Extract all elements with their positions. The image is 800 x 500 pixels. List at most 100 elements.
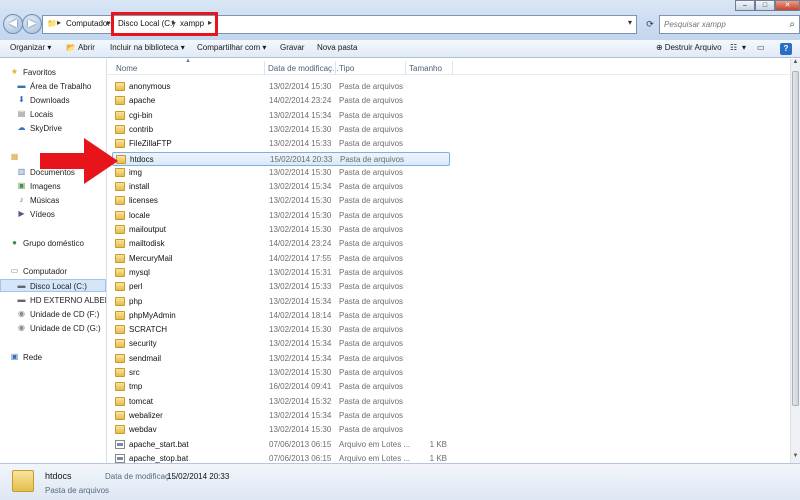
maximize-button[interactable]: □ (755, 0, 775, 11)
file-row[interactable]: perl 13/02/2014 15:33 Pasta de arquivos (112, 280, 450, 294)
column-divider[interactable] (335, 61, 336, 75)
search-icon[interactable]: ⌕ (789, 19, 795, 30)
file-row[interactable]: mailoutput 13/02/2014 15:30 Pasta de arqui… (112, 223, 450, 237)
file-row[interactable]: anonymous 13/02/2014 15:30 Pasta de arquiv… (112, 80, 450, 94)
column-divider[interactable] (452, 61, 453, 75)
file-type: Pasta de arquivos (339, 167, 404, 177)
details-name: htdocs (45, 471, 72, 481)
file-row[interactable]: security 13/02/2014 15:34 Pasta de arquivo… (112, 337, 450, 351)
column-divider[interactable] (264, 61, 265, 75)
open-button[interactable]: 📂 Abrir (66, 43, 95, 52)
file-row[interactable]: php 13/02/2014 15:34 Pasta de arquivos (112, 295, 450, 309)
file-type: Pasta de arquivos (339, 368, 404, 377)
file-row[interactable]: MercuryMail 14/02/2014 17:55 Pasta de arqu… (112, 252, 450, 266)
scroll-down-icon[interactable]: ▼ (791, 453, 800, 463)
file-date: 13/02/2014 15:31 (269, 267, 332, 277)
nav-favorites[interactable]: ★ Favoritos (0, 66, 106, 79)
file-name: locale (129, 210, 150, 220)
file-row[interactable]: apache 14/02/2014 23:24 Pasta de arquivos (112, 94, 450, 108)
destroy-label: Destruir Arquivo (664, 43, 722, 52)
nav-skydrive[interactable]: ☁ SkyDrive (0, 122, 106, 135)
close-button[interactable]: ✕ (775, 0, 800, 11)
file-name: mailoutput (129, 225, 166, 234)
nav-computer[interactable]: ▭ Computador (0, 265, 106, 278)
breadcrumb-computer[interactable]: Computador (66, 19, 110, 28)
help-icon[interactable]: ? (780, 43, 792, 55)
organize-button[interactable]: Organizar ▾ (10, 43, 51, 52)
minimize-button[interactable]: – (735, 0, 755, 11)
cloud-icon: ☁ (17, 123, 26, 132)
file-row[interactable]: src 13/02/2014 15:30 Pasta de arquivos (112, 366, 450, 380)
destroy-file-button[interactable]: ⊕ Destruir Arquivo (656, 43, 722, 52)
file-type: Pasta de arquivos (339, 353, 404, 363)
column-name[interactable]: Nome (116, 64, 137, 73)
nav-network[interactable]: ▣ Rede (0, 351, 106, 364)
scrollbar-thumb[interactable] (792, 71, 799, 406)
scroll-up-icon[interactable]: ▲ (791, 59, 800, 69)
view-options-dropdown[interactable]: ▾ (742, 43, 746, 52)
nav-music[interactable]: ♪ Músicas (0, 194, 106, 207)
file-row[interactable]: tmp 16/02/2014 09:41 Pasta de arquivos (112, 380, 450, 394)
file-row[interactable]: mailtodisk 14/02/2014 23:24 Pasta de arqui… (112, 237, 450, 251)
file-name: licenses (129, 196, 158, 206)
nav-desktop[interactable]: ▬ Área de Trabalho (0, 80, 106, 93)
refresh-icon[interactable]: ⟳ (643, 15, 657, 34)
view-options-icon[interactable]: ☷ (730, 43, 737, 52)
file-row[interactable]: SCRATCH 13/02/2014 15:30 Pasta de arquivos (112, 323, 450, 337)
nav-cd-g[interactable]: ◉ Unidade de CD (G:) (0, 322, 106, 335)
burn-button[interactable]: Gravar (280, 43, 304, 52)
column-type[interactable]: Tipo (339, 64, 354, 73)
file-type: Pasta de arquivos (339, 425, 404, 435)
file-row[interactable]: tomcat 13/02/2014 15:32 Pasta de arquivos (112, 395, 450, 409)
nav-downloads[interactable]: ⬇ Downloads (0, 94, 106, 107)
folder-icon (115, 196, 125, 206)
details-type: Pasta de arquivos (45, 486, 110, 495)
nav-videos[interactable]: ▶ Vídeos (0, 208, 106, 221)
back-button[interactable]: ◀ (3, 14, 23, 34)
file-row[interactable]: mysql 13/02/2014 15:31 Pasta de arquivos (112, 266, 450, 280)
nav-disk-c-label: Disco Local (C:) (30, 282, 87, 291)
nav-homegroup[interactable]: ● Grupo doméstico (0, 237, 106, 250)
file-row[interactable]: sendmail 13/02/2014 15:34 Pasta de arquivo… (112, 352, 450, 366)
libraries-icon: ▦ (10, 152, 19, 161)
nav-favorites-label: Favoritos (23, 68, 56, 77)
include-library-button[interactable]: Incluir na biblioteca ▾ (110, 43, 185, 52)
red-arrow-annotation (40, 138, 118, 184)
file-row[interactable]: FileZillaFTP 13/02/2014 15:33 Pasta de arq… (112, 137, 450, 151)
file-row[interactable]: phpMyAdmin 14/02/2014 18:14 Pasta de arqui… (112, 309, 450, 323)
file-row[interactable]: locale 13/02/2014 15:30 Pasta de arquivos (112, 209, 450, 223)
nav-cd-f[interactable]: ◉ Unidade de CD (F:) (0, 308, 106, 321)
file-row[interactable]: cgi-bin 13/02/2014 15:34 Pasta de arquivos (112, 109, 450, 123)
file-type: Pasta de arquivos (339, 124, 404, 134)
file-row[interactable]: webdav 13/02/2014 15:30 Pasta de arquivos (112, 423, 450, 437)
column-divider[interactable] (405, 61, 406, 75)
search-field[interactable]: ⌕ (659, 15, 800, 34)
file-row[interactable]: htdocs 15/02/2014 20:33 Pasta de arquivos (112, 151, 450, 166)
desktop-icon: ▬ (17, 81, 26, 90)
folder-icon (115, 339, 125, 349)
vertical-scrollbar[interactable]: ▲ ▼ (790, 59, 800, 463)
breadcrumb-chevron-icon[interactable]: ▸ (57, 18, 61, 27)
search-input[interactable] (664, 20, 784, 29)
folder-icon (115, 82, 125, 91)
new-folder-button[interactable]: Nova pasta (317, 43, 357, 52)
folder-icon (115, 124, 125, 134)
column-date[interactable]: Data de modificaç... (268, 64, 339, 73)
cd-drive-icon: ◉ (18, 323, 25, 332)
file-row[interactable]: webalizer 13/02/2014 15:34 Pasta de arquiv… (112, 409, 450, 423)
file-list: ▲ Nome Data de modificaç... Tipo Tamanho… (107, 58, 790, 463)
address-dropdown-icon[interactable]: ▾ (628, 18, 632, 27)
column-size[interactable]: Tamanho (409, 64, 442, 73)
file-row[interactable]: apache_start.bat 07/06/2013 06:15 Arquivo … (112, 438, 450, 452)
preview-pane-icon[interactable]: ▭ (757, 43, 765, 52)
file-row[interactable]: licenses 13/02/2014 15:30 Pasta de arquivo… (112, 194, 450, 208)
file-row[interactable]: install 13/02/2014 15:34 Pasta de arquivos (112, 180, 450, 194)
nav-disk-c[interactable]: ▬ Disco Local (C:) (0, 279, 106, 292)
file-row[interactable]: img 13/02/2014 15:30 Pasta de arquivos (112, 166, 450, 180)
nav-recent[interactable]: ▤ Locais (0, 108, 106, 121)
share-button[interactable]: Compartilhar com ▾ (197, 43, 266, 52)
file-name: htdocs (130, 154, 154, 164)
nav-hd-external[interactable]: ▬ HD EXTERNO ALBERTO (0, 294, 122, 307)
forward-button[interactable]: ▶ (22, 14, 42, 34)
file-row[interactable]: contrib 13/02/2014 15:30 Pasta de arquivos (112, 123, 450, 137)
